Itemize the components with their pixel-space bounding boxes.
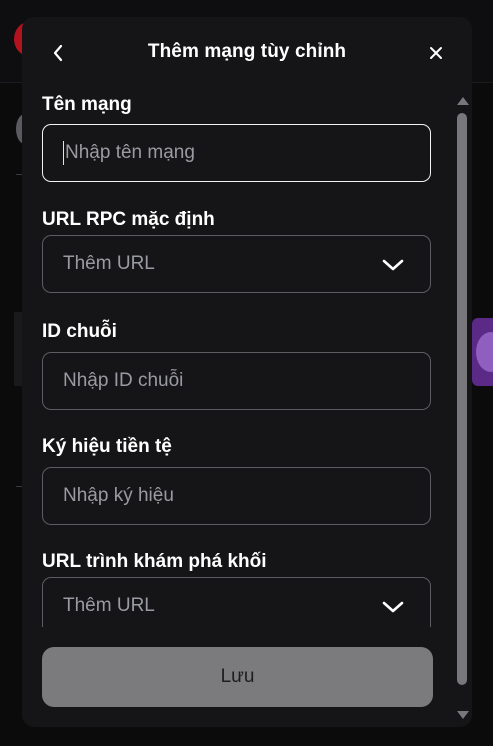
save-button[interactable]: Lưu [42,647,433,707]
scrollbar-thumb[interactable] [457,113,467,685]
currency-symbol-label: Ký hiệu tiền tệ [42,436,172,457]
currency-symbol-placeholder: Nhập ký hiệu [63,485,174,506]
form-scroll-area[interactable]: Tên mạng Nhập tên mạng URL RPC mặc định … [22,87,472,627]
chevron-down-icon [382,601,404,613]
close-button[interactable] [422,39,450,67]
currency-symbol-input[interactable]: Nhập ký hiệu [42,467,431,525]
add-custom-network-modal: Thêm mạng tùy chỉnh Tên mạng Nhập tên mạ… [22,17,472,727]
rpc-url-select[interactable]: Thêm URL [42,235,431,293]
explorer-url-select[interactable]: Thêm URL [42,577,431,627]
network-name-label: Tên mạng [42,94,132,115]
explorer-url-placeholder: Thêm URL [63,595,155,616]
chevron-down-icon [382,259,404,271]
network-name-input[interactable]: Nhập tên mạng [42,124,431,182]
modal-header: Thêm mạng tùy chỉnh [22,17,472,87]
chain-id-label: ID chuỗi [42,321,117,342]
scrollbar[interactable] [456,97,469,723]
text-caret [63,141,64,165]
chain-id-placeholder: Nhập ID chuỗi [63,370,184,391]
network-name-placeholder: Nhập tên mạng [65,142,195,163]
rpc-url-label: URL RPC mặc định [42,209,215,230]
explorer-url-label: URL trình khám phá khối [42,551,267,572]
rpc-url-placeholder: Thêm URL [63,253,155,274]
scroll-up-arrow-icon[interactable] [457,97,469,105]
close-icon [430,47,442,59]
modal-title: Thêm mạng tùy chỉnh [147,41,347,62]
background-token-image [472,318,493,386]
chain-id-input[interactable]: Nhập ID chuỗi [42,352,431,410]
scroll-down-arrow-icon[interactable] [457,711,469,719]
